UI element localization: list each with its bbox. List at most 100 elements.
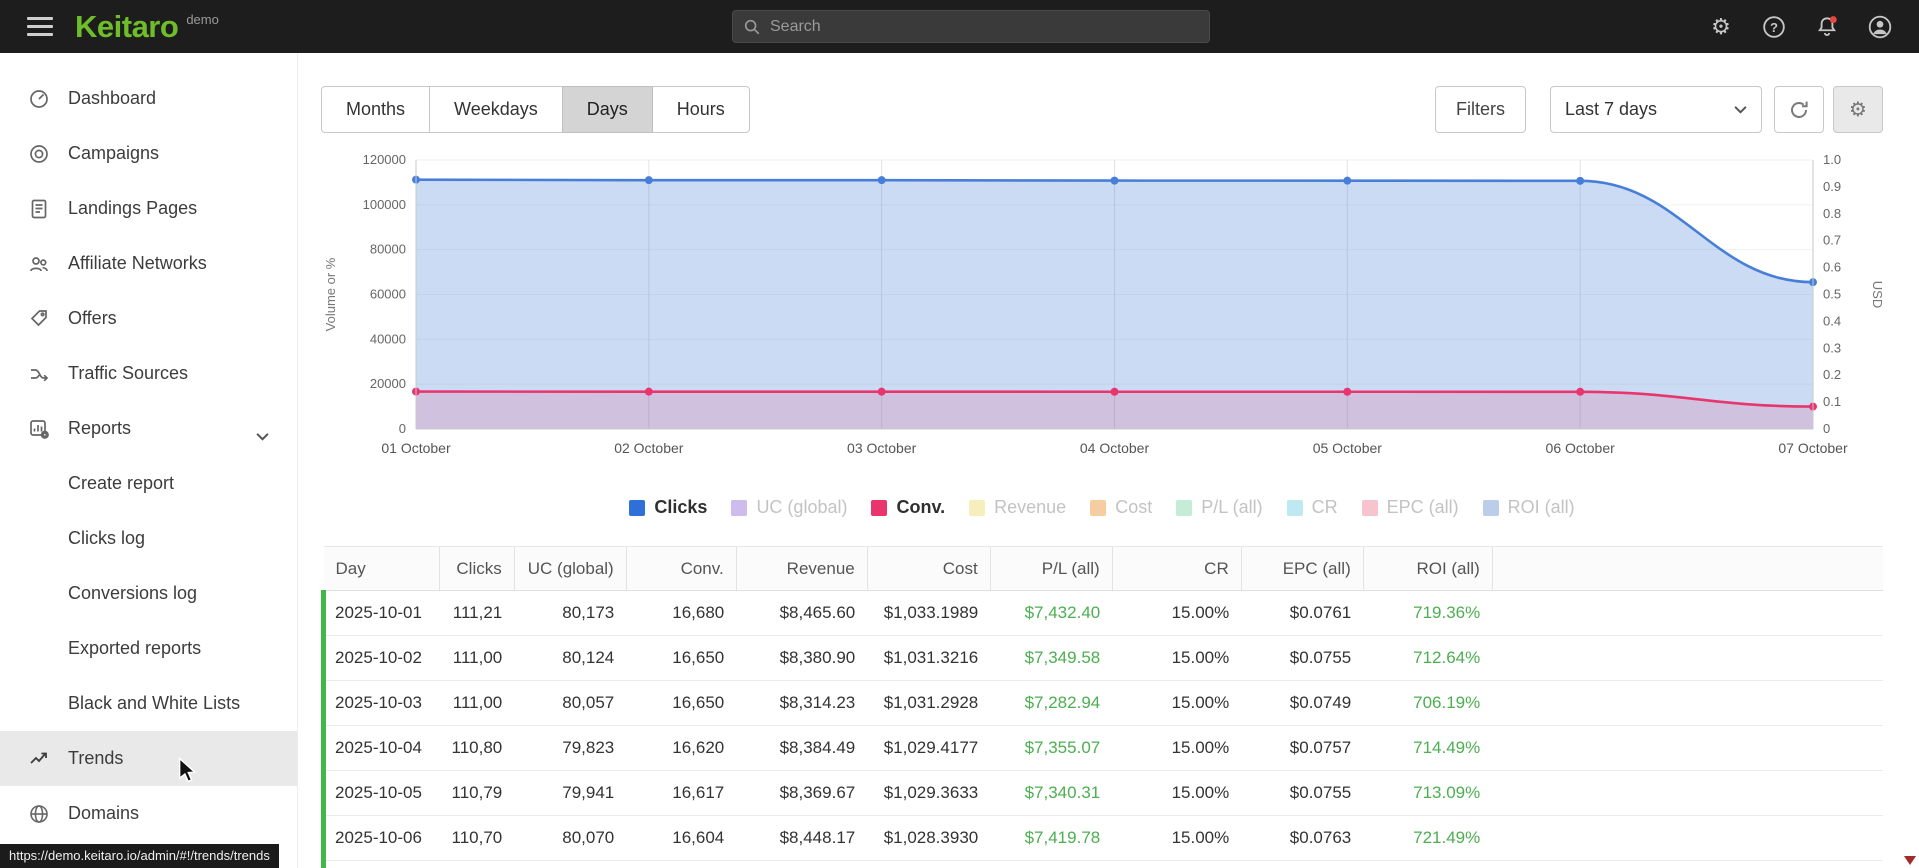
column-header-cr[interactable]: CR xyxy=(1111,546,1242,591)
cell-roi-all: 711.88% xyxy=(1363,860,1493,868)
sidebar-item-label: Landings Pages xyxy=(68,198,198,218)
cell-epc-all: $0.0757 xyxy=(1241,725,1364,771)
cell-cost: $1,029.4177 xyxy=(867,725,991,771)
cell-filler xyxy=(1492,725,1883,771)
sidebar-item-create-report[interactable]: Create report xyxy=(0,456,297,511)
legend-item-clicks[interactable]: Clicks xyxy=(629,497,707,518)
sidebar-item-traffic-sources[interactable]: Traffic Sources xyxy=(0,346,297,401)
legend-swatch xyxy=(1482,499,1499,516)
sidebar-item-dashboard[interactable]: Dashboard xyxy=(0,71,297,126)
cell-revenue: $8,384.49 xyxy=(736,725,868,771)
column-header-p-l-all[interactable]: P/L (all) xyxy=(989,546,1113,591)
cell-filler xyxy=(1492,815,1883,861)
svg-text:0.3: 0.3 xyxy=(1823,340,1841,355)
cell-conv: 16,650 xyxy=(626,635,737,681)
sidebar-item-offers[interactable]: Offers xyxy=(0,291,297,346)
legend-item-uc-global[interactable]: UC (global) xyxy=(731,497,847,518)
cell-revenue: $1,063.21 xyxy=(736,860,868,868)
hamburger-menu-icon[interactable] xyxy=(27,17,53,36)
sidebar-item-affiliate-networks[interactable]: Affiliate Networks xyxy=(0,236,297,291)
svg-text:Volume or %: Volume or % xyxy=(323,257,338,331)
svg-text:0.2: 0.2 xyxy=(1823,367,1841,382)
svg-text:20000: 20000 xyxy=(370,376,406,391)
chart-settings-button[interactable]: ⚙ xyxy=(1833,86,1883,133)
tab-months[interactable]: Months xyxy=(321,86,431,133)
legend-swatch xyxy=(969,499,986,516)
cell-revenue: $8,380.90 xyxy=(736,635,868,681)
notifications-bell-icon[interactable] xyxy=(1814,14,1840,40)
legend-item-p-l-all[interactable]: P/L (all) xyxy=(1176,497,1263,518)
legend-label: Conv. xyxy=(896,497,946,517)
legend-swatch xyxy=(871,499,888,516)
svg-text:40000: 40000 xyxy=(370,331,406,346)
user-avatar-icon[interactable] xyxy=(1867,14,1893,40)
cell-cr: 15.00% xyxy=(1112,680,1242,726)
cell-roi-all: 712.64% xyxy=(1363,635,1493,681)
column-header-uc-global[interactable]: UC (global) xyxy=(513,546,627,591)
legend-item-conv[interactable]: Conv. xyxy=(871,497,945,518)
svg-text:USD: USD xyxy=(1870,281,1883,308)
column-header-epc-all[interactable]: EPC (all) xyxy=(1240,546,1364,591)
cell-epc-all: $0.0755 xyxy=(1241,635,1364,681)
column-header-conv[interactable]: Conv. xyxy=(625,546,737,591)
main-content: Months Weekdays Days Hours Filters Last … xyxy=(298,53,1919,868)
gear-icon: ⚙ xyxy=(1849,99,1867,121)
cell-clicks: 110,70 xyxy=(439,815,515,861)
legend-item-cost[interactable]: Cost xyxy=(1090,497,1152,518)
search-input[interactable] xyxy=(770,17,1199,36)
global-search[interactable] xyxy=(732,10,1210,43)
help-icon[interactable]: ? xyxy=(1761,14,1787,40)
cell-clicks: 110,80 xyxy=(439,725,515,771)
svg-text:04 October: 04 October xyxy=(1080,440,1150,456)
sidebar-item-black-and-white-lists[interactable]: Black and White Lists xyxy=(0,676,297,731)
trend-line-icon xyxy=(27,747,51,771)
filters-button[interactable]: Filters xyxy=(1435,86,1526,133)
cell-roi-all: 713.09% xyxy=(1363,770,1493,816)
cell-filler xyxy=(1492,635,1883,681)
sidebar-item-trends[interactable]: Trends xyxy=(0,731,297,786)
cell-uc-global: 79,823 xyxy=(514,725,627,771)
table-row: 2025-10-0714,1010,1072,115$1,063.21$130.… xyxy=(321,860,1883,868)
column-header-roi-all[interactable]: ROI (all) xyxy=(1362,546,1493,591)
sidebar-item-label: Campaigns xyxy=(68,143,160,163)
legend-item-revenue[interactable]: Revenue xyxy=(969,497,1066,518)
report-chart-icon xyxy=(27,417,51,441)
column-header-day[interactable]: Day xyxy=(323,546,440,591)
table-header-row: Day Clicks UC (global) Conv. Revenue Cost P/L … xyxy=(323,546,1883,591)
sidebar-item-campaigns[interactable]: Campaigns xyxy=(0,126,297,181)
refresh-button[interactable] xyxy=(1774,86,1824,133)
cell-p-l-all: $932.25 xyxy=(990,860,1113,868)
svg-text:06 October: 06 October xyxy=(1546,440,1616,456)
keitaro-logo[interactable]: Keitaro xyxy=(75,9,179,45)
cell-p-l-all: $7,432.40 xyxy=(990,590,1113,636)
dashboard-icon xyxy=(27,87,51,111)
cell-cr: 15.00% xyxy=(1112,815,1242,861)
tab-weekdays[interactable]: Weekdays xyxy=(429,86,563,133)
sidebar-item-domains[interactable]: Domains xyxy=(0,786,297,841)
sidebar-item-clicks-log[interactable]: Clicks log xyxy=(0,511,297,566)
column-header-cost[interactable]: Cost xyxy=(866,546,991,591)
tab-days[interactable]: Days xyxy=(561,86,653,133)
legend-label: ROI (all) xyxy=(1507,497,1575,517)
column-header-clicks[interactable]: Clicks xyxy=(439,546,515,591)
sidebar-item-reports[interactable]: Reports xyxy=(0,401,297,456)
sidebar-item-landings-pages[interactable]: Landings Pages xyxy=(0,181,297,236)
legend-item-epc-all[interactable]: EPC (all) xyxy=(1361,497,1459,518)
legend-item-cr[interactable]: CR xyxy=(1286,497,1338,518)
tab-hours[interactable]: Hours xyxy=(651,86,750,133)
scrollbar-down-arrow[interactable] xyxy=(1904,856,1916,865)
legend-item-roi-all[interactable]: ROI (all) xyxy=(1482,497,1575,518)
cell-uc-global: 79,941 xyxy=(514,770,627,816)
date-range-select[interactable]: Last 7 days xyxy=(1550,86,1762,133)
sidebar-item-exported-reports[interactable]: Exported reports xyxy=(0,621,297,676)
settings-gear-icon[interactable]: ⚙ xyxy=(1708,14,1734,40)
legend-label: CR xyxy=(1311,497,1338,517)
cell-revenue: $8,448.17 xyxy=(736,815,868,861)
cell-epc-all: $0.0755 xyxy=(1241,770,1364,816)
cell-day: 2025-10-05 xyxy=(321,770,440,816)
trends-table: Day Clicks UC (global) Conv. Revenue Cost P/L … xyxy=(321,546,1883,868)
cell-clicks: 110,79 xyxy=(439,770,515,816)
sidebar-item-conversions-log[interactable]: Conversions log xyxy=(0,566,297,621)
column-header-revenue[interactable]: Revenue xyxy=(735,546,868,591)
svg-text:0.4: 0.4 xyxy=(1823,313,1841,328)
